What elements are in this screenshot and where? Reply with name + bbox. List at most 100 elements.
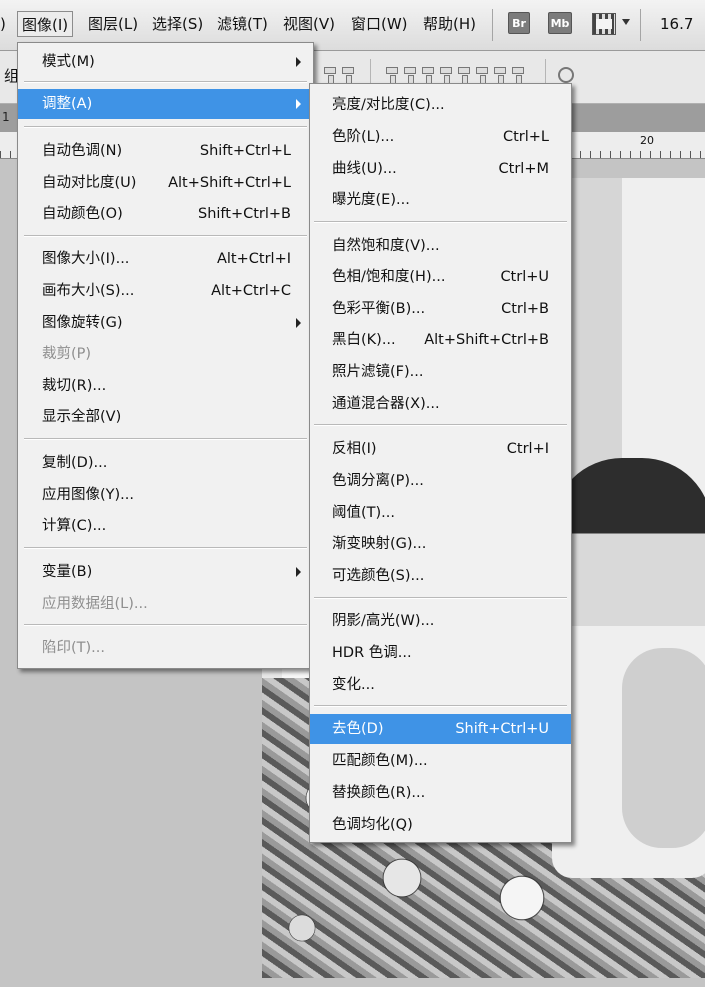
distribute-icon[interactable] xyxy=(456,63,470,85)
menu-item-duplicate[interactable]: 复制(D)... xyxy=(18,448,313,478)
menu-item-shortcut: Ctrl+B xyxy=(501,301,549,317)
menu-item-shortcut: Ctrl+L xyxy=(502,129,549,145)
distribute-icon[interactable] xyxy=(474,63,488,85)
menu-item-calculations[interactable]: 计算(C)... xyxy=(18,511,313,541)
distribute-icon[interactable] xyxy=(384,63,398,85)
document-tab-fragment[interactable]: 1 xyxy=(2,110,10,124)
menu-filter[interactable]: 滤镜(T) xyxy=(217,14,268,34)
menu-item-label: 调整(A) xyxy=(42,96,93,112)
menu-separator xyxy=(314,221,567,223)
menu-item-shortcut: Alt+Shift+Ctrl+L xyxy=(168,175,291,191)
mini-bridge-icon[interactable]: Mb xyxy=(548,12,572,34)
menu-item-exposure[interactable]: 曝光度(E)... xyxy=(310,185,571,215)
menu-item-auto-color[interactable]: 自动颜色(O) Shift+Ctrl+B xyxy=(18,199,313,229)
menu-item-reveal-all[interactable]: 显示全部(V) xyxy=(18,402,313,432)
menu-item-shortcut: Alt+Shift+Ctrl+B xyxy=(424,332,549,348)
menubar-divider xyxy=(492,9,493,41)
menu-item-brightness-contrast[interactable]: 亮度/对比度(C)... xyxy=(310,90,571,120)
menu-item-shortcut: Alt+Ctrl+I xyxy=(216,251,291,267)
chevron-down-icon[interactable] xyxy=(622,19,630,25)
menu-layer[interactable]: 图层(L) xyxy=(88,14,138,34)
menu-item-vibrance[interactable]: 自然饱和度(V)... xyxy=(310,231,571,261)
menu-item-label: 自动色调(N) xyxy=(42,143,123,159)
menu-item-label: 图像旋转(G) xyxy=(42,315,123,331)
menu-item-photo-filter[interactable]: 照片滤镜(F)... xyxy=(310,357,571,387)
menu-item-shortcut: Shift+Ctrl+L xyxy=(199,143,291,159)
menu-file-fragment[interactable]: ) xyxy=(0,14,6,34)
menu-item-auto-contrast[interactable]: 自动对比度(U) Alt+Shift+Ctrl+L xyxy=(18,168,313,198)
menu-separator xyxy=(24,547,307,549)
distribute-icon[interactable] xyxy=(402,63,416,85)
menu-item-threshold[interactable]: 阈值(T)... xyxy=(310,498,571,528)
menu-item-invert[interactable]: 反相(I) Ctrl+I xyxy=(310,434,571,464)
menu-item-color-balance[interactable]: 色彩平衡(B)... Ctrl+B xyxy=(310,294,571,324)
photo-arm xyxy=(622,648,705,848)
distribute-icon[interactable] xyxy=(438,63,452,85)
menu-item-replace-color[interactable]: 替换颜色(R)... xyxy=(310,778,571,808)
align-icon[interactable] xyxy=(340,63,354,85)
menu-item-label: 曝光度(E)... xyxy=(332,192,410,208)
menu-item-variables[interactable]: 变量(B) xyxy=(18,557,313,587)
menu-item-label: 应用数据组(L)... xyxy=(42,596,148,612)
menu-item-shortcut: Shift+Ctrl+U xyxy=(455,721,549,737)
submenu-arrow-icon xyxy=(296,99,301,109)
menu-item-apply-image[interactable]: 应用图像(Y)... xyxy=(18,480,313,510)
menu-item-label: HDR 色调... xyxy=(332,645,412,661)
menu-item-adjustments[interactable]: 调整(A) xyxy=(18,89,313,119)
menu-item-black-white[interactable]: 黑白(K)... Alt+Shift+Ctrl+B xyxy=(310,325,571,355)
menu-item-auto-tone[interactable]: 自动色调(N) Shift+Ctrl+L xyxy=(18,136,313,166)
menu-select[interactable]: 选择(S) xyxy=(152,14,203,34)
menu-image[interactable]: 图像(I) xyxy=(17,11,74,37)
auto-align-icon[interactable] xyxy=(558,67,574,83)
menu-item-label: 亮度/对比度(C)... xyxy=(332,97,445,113)
menu-item-label: 色彩平衡(B)... xyxy=(332,301,426,317)
menu-item-shortcut: Ctrl+U xyxy=(500,269,549,285)
menu-item-shortcut: Ctrl+M xyxy=(498,161,549,177)
menu-item-image-rotation[interactable]: 图像旋转(G) xyxy=(18,308,313,338)
menu-item-hdr-toning[interactable]: HDR 色调... xyxy=(310,638,571,668)
menu-item-label: 照片滤镜(F)... xyxy=(332,364,424,380)
menu-item-label: 替换颜色(R)... xyxy=(332,785,426,801)
menu-item-label: 色阶(L)... xyxy=(332,129,395,145)
arrange-documents-icon[interactable] xyxy=(592,13,616,35)
menu-item-label: 黑白(K)... xyxy=(332,332,396,348)
bridge-icon[interactable]: Br xyxy=(508,12,530,34)
menu-item-posterize[interactable]: 色调分离(P)... xyxy=(310,466,571,496)
menu-help[interactable]: 帮助(H) xyxy=(423,14,476,34)
menu-view[interactable]: 视图(V) xyxy=(283,14,335,34)
menu-item-trap: 陷印(T)... xyxy=(18,633,313,663)
menu-item-curves[interactable]: 曲线(U)... Ctrl+M xyxy=(310,154,571,184)
menu-item-image-size[interactable]: 图像大小(I)... Alt+Ctrl+I xyxy=(18,244,313,274)
distribute-icon[interactable] xyxy=(510,63,524,85)
menu-separator xyxy=(24,624,307,626)
submenu-arrow-icon xyxy=(296,57,301,67)
menu-item-hue-saturation[interactable]: 色相/饱和度(H)... Ctrl+U xyxy=(310,262,571,292)
menu-item-label: 色调均化(Q) xyxy=(332,817,413,833)
menu-item-trim[interactable]: 裁切(R)... xyxy=(18,371,313,401)
menu-item-label: 反相(I) xyxy=(332,441,377,457)
menu-item-levels[interactable]: 色阶(L)... Ctrl+L xyxy=(310,122,571,152)
zoom-level[interactable]: 16.7 xyxy=(660,14,693,34)
menu-window[interactable]: 窗口(W) xyxy=(351,14,408,34)
menu-item-mode[interactable]: 模式(M) xyxy=(18,47,313,77)
menu-item-label: 陷印(T)... xyxy=(42,640,105,656)
menu-separator xyxy=(314,597,567,599)
menu-item-match-color[interactable]: 匹配颜色(M)... xyxy=(310,746,571,776)
menu-item-label: 裁切(R)... xyxy=(42,378,107,394)
menu-item-channel-mixer[interactable]: 通道混合器(X)... xyxy=(310,389,571,419)
menu-item-equalize[interactable]: 色调均化(Q) xyxy=(310,810,571,840)
menu-item-variations[interactable]: 变化... xyxy=(310,670,571,700)
menu-item-gradient-map[interactable]: 渐变映射(G)... xyxy=(310,529,571,559)
menu-item-label: 变化... xyxy=(332,677,375,693)
menu-item-shadows-highlights[interactable]: 阴影/高光(W)... xyxy=(310,606,571,636)
menu-item-label: 应用图像(Y)... xyxy=(42,487,134,503)
menu-separator xyxy=(24,438,307,440)
menu-item-selective-color[interactable]: 可选颜色(S)... xyxy=(310,561,571,591)
menu-item-label: 阈值(T)... xyxy=(332,505,395,521)
distribute-icon[interactable] xyxy=(492,63,506,85)
align-icon[interactable] xyxy=(322,63,336,85)
menu-item-desaturate[interactable]: 去色(D) Shift+Ctrl+U xyxy=(310,714,571,744)
distribute-icon[interactable] xyxy=(420,63,434,85)
menu-item-canvas-size[interactable]: 画布大小(S)... Alt+Ctrl+C xyxy=(18,276,313,306)
menu-item-label: 色调分离(P)... xyxy=(332,473,424,489)
